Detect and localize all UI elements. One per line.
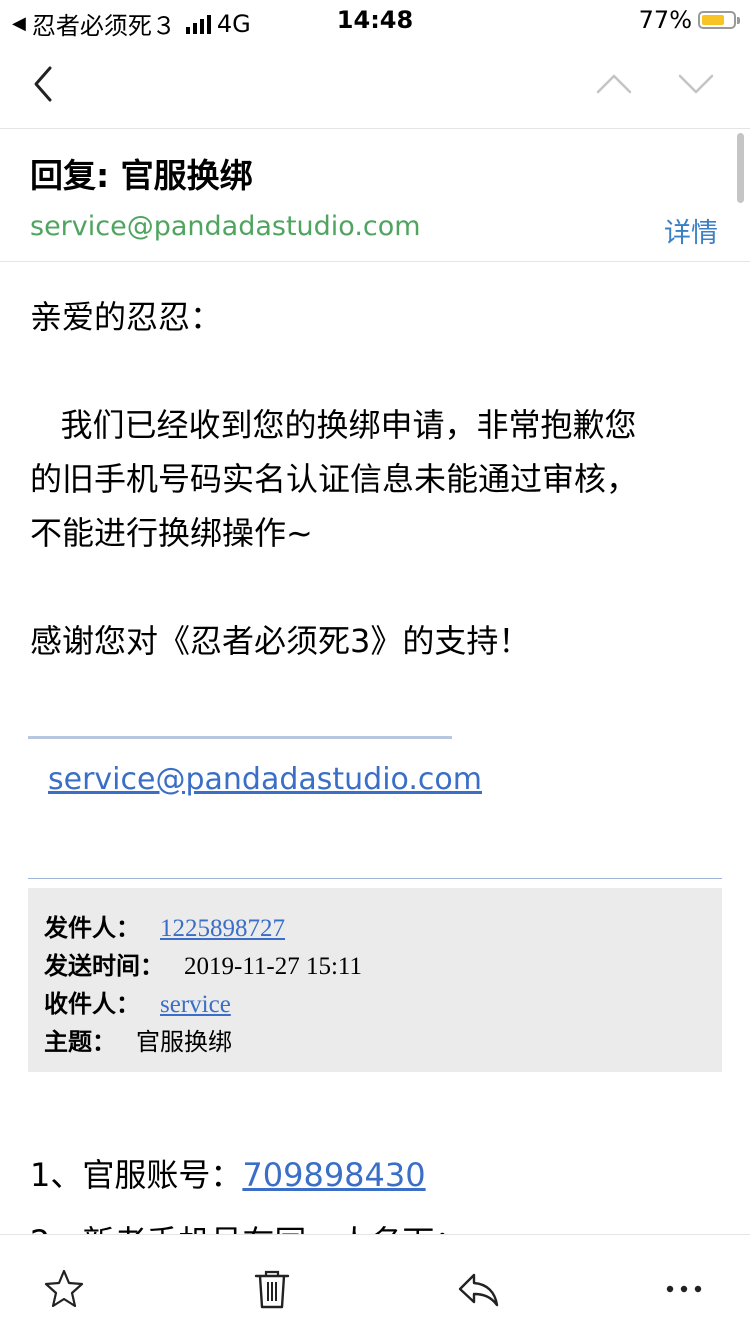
delete-button[interactable] xyxy=(250,1267,294,1311)
next-message-button[interactable] xyxy=(674,66,718,102)
quote-time-label: 发送时间： xyxy=(44,952,164,980)
account-number-link[interactable]: 709898430 xyxy=(242,1156,425,1194)
scrollbar[interactable] xyxy=(737,133,744,203)
battery-icon xyxy=(698,11,740,29)
star-icon xyxy=(44,1269,84,1308)
quote-subject-label: 主题： xyxy=(44,1028,116,1056)
mail-subject: 回复: 官服换绑 xyxy=(30,156,253,195)
quote-time-row: 发送时间： 2019-11-27 15:11 xyxy=(44,946,362,981)
chevron-up-icon xyxy=(596,74,632,94)
greeting: 亲爱的忍忍： xyxy=(30,298,223,336)
quote-from-label: 发件人： xyxy=(44,914,140,942)
quote-to-row: 收件人： service xyxy=(44,984,231,1019)
list-item-prefix: 1、官服账号： xyxy=(30,1156,243,1194)
battery-level xyxy=(702,15,725,25)
battery-status: 77% xyxy=(638,6,740,34)
paragraph-line: 不能进行换绑操作~ xyxy=(30,514,313,552)
quoted-message-header: 发件人： 1225898727 发送时间： 2019-11-27 15:11 收… xyxy=(28,888,722,1072)
quote-to-link[interactable]: service xyxy=(160,991,231,1019)
quote-from-link[interactable]: 1225898727 xyxy=(160,915,285,943)
paragraph-line: 的旧手机号码实名认证信息未能通过审核， xyxy=(30,460,639,498)
reply-icon xyxy=(458,1273,499,1307)
battery-percent: 77% xyxy=(638,6,692,34)
quote-to-label: 收件人： xyxy=(44,990,140,1018)
signature-email-link[interactable]: service@pandadastudio.com xyxy=(48,762,482,797)
quote-subject-value: 官服换绑 xyxy=(136,1028,232,1056)
quote-divider xyxy=(28,878,722,879)
status-time: 14:48 xyxy=(336,6,414,34)
quote-time-value: 2019-11-27 15:11 xyxy=(184,953,362,980)
trash-icon xyxy=(254,1270,290,1309)
quote-subject-row: 主题： 官服换绑 xyxy=(44,1022,232,1057)
sender-address[interactable]: service@pandadastudio.com xyxy=(30,211,421,242)
status-bar: ◀ 忍者必须死３ 4G 14:48 77% xyxy=(0,0,750,40)
back-button[interactable] xyxy=(26,62,66,106)
details-link[interactable]: 详情 xyxy=(664,211,718,250)
previous-message-button[interactable] xyxy=(592,66,636,102)
more-icon xyxy=(666,1285,702,1293)
bottom-toolbar xyxy=(0,1234,750,1334)
mail-detail-screen: ◀ 忍者必须死３ 4G 14:48 77% 回复: 官服换绑 service@p… xyxy=(0,0,750,1334)
chevron-left-icon xyxy=(34,66,52,102)
quote-from-row: 发件人： 1225898727 xyxy=(44,908,285,943)
thanks-line: 感谢您对《忍者必须死3》的支持！ xyxy=(30,622,531,660)
navigation-bar xyxy=(0,40,750,129)
paragraph-line: 我们已经收到您的换绑申请，非常抱歉您 xyxy=(30,406,637,444)
chevron-down-icon xyxy=(678,74,714,94)
mail-header: 回复: 官服换绑 service@pandadastudio.com 详情 xyxy=(0,129,750,262)
reply-button[interactable] xyxy=(456,1267,500,1311)
more-button[interactable] xyxy=(664,1267,708,1311)
list-item: 1、官服账号：709898430 xyxy=(30,1150,426,1196)
signature-divider xyxy=(28,736,452,739)
flag-button[interactable] xyxy=(42,1267,86,1311)
